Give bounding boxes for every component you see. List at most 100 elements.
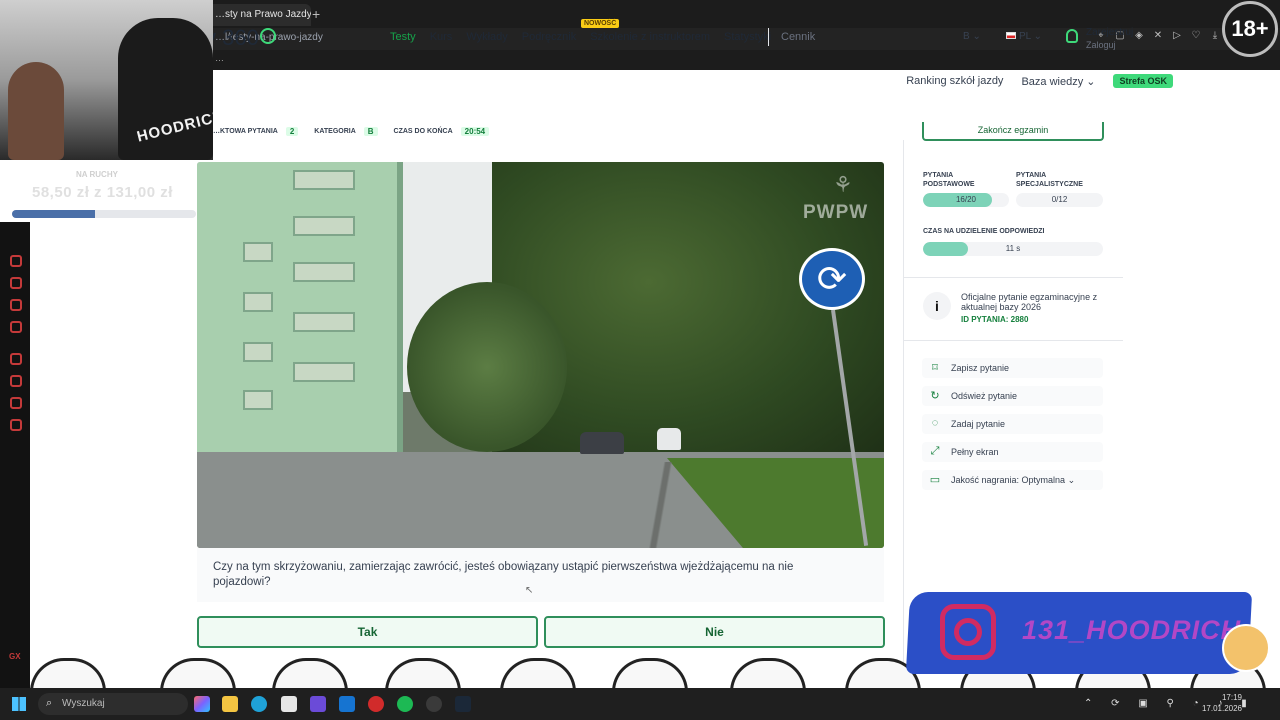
building-balcony	[293, 262, 355, 282]
language-select[interactable]: PL ⌄	[1006, 31, 1042, 42]
video-quality-select[interactable]: ▭ Jakość nagrania: Optymalna ⌄	[922, 470, 1103, 490]
copilot-icon[interactable]	[194, 696, 210, 712]
stream-deco-icon	[272, 658, 348, 692]
donation-progress-bar	[12, 210, 196, 218]
nav-price[interactable]: Cennik	[781, 31, 815, 43]
site-header: Ranking szkół jazdy Baza wiedzy ⌄ Strefa…	[30, 70, 1270, 128]
video-watermark: PWPW	[803, 202, 869, 223]
building-window	[243, 342, 273, 362]
taskbar-clock[interactable]: 17:19 17.01.2026	[1202, 692, 1242, 714]
logo-check-icon	[259, 28, 276, 44]
end-exam-button[interactable]: Zakończ egzamin	[922, 122, 1104, 141]
outlook-icon[interactable]	[339, 696, 355, 712]
nav-lectures[interactable]: Wykłady	[466, 31, 507, 43]
sidebar-speed-icon[interactable]	[10, 255, 22, 267]
video-quality-icon: ▭	[929, 474, 941, 486]
steam-icon[interactable]	[455, 696, 471, 712]
chevron-down-icon: ⌄	[972, 31, 981, 42]
spotify-icon[interactable]	[397, 696, 413, 712]
building-balcony	[293, 362, 355, 382]
nav-course[interactable]: Kurs	[430, 31, 453, 43]
action-label: Zadaj pytanie	[951, 419, 1006, 429]
sidebar-twitch-icon[interactable]	[10, 299, 22, 311]
avatar-sticker	[1222, 624, 1270, 672]
sidebar-clock-icon[interactable]	[10, 375, 22, 387]
sidebar-m-icon[interactable]	[10, 321, 22, 333]
heart-icon[interactable]: ♡	[1191, 30, 1201, 41]
stream-deco-icon	[30, 658, 106, 692]
stream-deco-icon	[160, 658, 236, 692]
question-box: Czy na tym skrzyżowaniu, zamierzając zaw…	[197, 548, 884, 602]
edge-icon[interactable]	[251, 696, 267, 712]
specialist-questions-value: 0/12	[1051, 195, 1068, 204]
sidebar-cube-icon[interactable]	[10, 397, 22, 409]
browser-tab[interactable]: …sty na Prawo Jazdy 202	[205, 4, 311, 26]
play-icon[interactable]: ▷	[1172, 30, 1182, 41]
opera-gx-icon[interactable]	[368, 696, 384, 712]
store-icon[interactable]	[281, 696, 297, 712]
stream-deco-icon	[385, 658, 461, 692]
user-icon	[1066, 29, 1078, 43]
nav-divider	[768, 28, 769, 46]
nav-handbook[interactable]: Podręcznik	[522, 31, 576, 43]
panel-separator	[903, 277, 1123, 278]
nav-stats[interactable]: Statystyki	[724, 31, 771, 43]
ask-question-button[interactable]: ◌ Zadaj pytanie	[922, 414, 1103, 434]
webcam-person	[8, 62, 64, 160]
save-question-button[interactable]: ⌑ Zapisz pytanie	[922, 358, 1103, 378]
stream-deco-icon	[500, 658, 576, 692]
action-label: Jakość nagrania: Optymalna ⌄	[951, 475, 1076, 485]
register-link[interactable]: Zarejestruj	[1086, 27, 1133, 38]
category-select[interactable]: B ⌄	[963, 31, 981, 42]
meta-category-value: B	[363, 126, 378, 136]
nav-tests[interactable]: Testy	[390, 31, 416, 43]
chevron-down-icon: ⌄	[1067, 475, 1076, 485]
basic-questions-value: 16/20	[955, 195, 977, 204]
sidebar-settings-icon[interactable]	[10, 419, 22, 431]
login-link[interactable]: Zaloguj	[1086, 40, 1116, 50]
top-links: Ranking szkół jazdy Baza wiedzy ⌄ Strefa…	[906, 74, 1173, 88]
close-tab-icon[interactable]: ✕	[1153, 30, 1163, 41]
question-video[interactable]: ⟳ ⚘ PWPW	[197, 162, 884, 548]
fullscreen-button[interactable]: ⤢ Pełny ekran	[922, 442, 1103, 462]
sidebar-bag-icon[interactable]	[10, 277, 22, 289]
shield-icon[interactable]: ◈	[1134, 30, 1144, 41]
answer-yes-button[interactable]: Tak	[197, 616, 538, 648]
taskbar-time: 17:19	[1221, 693, 1242, 702]
action-label: Zapisz pytanie	[951, 363, 1010, 373]
webcam-overlay: HOODRICH	[0, 0, 213, 160]
app-icon[interactable]	[310, 696, 326, 712]
nav-training[interactable]: Szkolenie z instruktorem	[590, 31, 710, 43]
taskbar-date: 17.01.2026	[1201, 704, 1242, 713]
refresh-icon: ↻	[930, 390, 940, 402]
windows-start-icon[interactable]	[12, 697, 26, 711]
ranking-link[interactable]: Ranking szkół jazdy	[906, 75, 1003, 87]
answer-time-value: 11 s	[1005, 244, 1021, 253]
knowledge-menu[interactable]: Baza wiedzy ⌄	[1021, 75, 1095, 88]
obs-icon[interactable]	[426, 696, 442, 712]
osk-zone-button[interactable]: Strefa OSK	[1113, 74, 1173, 88]
meta-time-label: CZAS DO KOŃCA	[393, 127, 453, 135]
new-tab-button[interactable]: +	[312, 6, 320, 22]
answer-no-button[interactable]: Nie	[544, 616, 885, 648]
instagram-handle: 131_HOODRICH	[1022, 615, 1242, 645]
building-balcony	[293, 170, 355, 190]
file-explorer-icon[interactable]	[222, 696, 238, 712]
sidebar-player-icon[interactable]	[10, 353, 22, 365]
video-car-dark	[580, 432, 624, 454]
windows-taskbar: ⌕ Wyszukaj ⌃ ⟳ ▣ ⚲ ◔ ♪ ▮ 17:19 17.01.202…	[0, 688, 1280, 720]
building-balcony	[293, 312, 355, 332]
video-building	[197, 162, 397, 452]
donation-progress-fill	[12, 210, 95, 218]
basic-questions-label: PYTANIA PODSTAWOWE	[923, 172, 975, 188]
building-window	[243, 242, 273, 262]
basic-questions-progress: 16/20	[923, 193, 1009, 207]
video-curb	[567, 462, 767, 548]
info-icon: i	[923, 292, 951, 320]
refresh-question-button[interactable]: ↻ Odśwież pytanie	[922, 386, 1103, 406]
mouse-cursor-icon: ↖	[525, 585, 534, 596]
bookmarks-text: …	[215, 53, 224, 63]
taskbar-search-placeholder: Wyszukaj	[62, 698, 105, 709]
taskbar-search[interactable]: ⌕ Wyszukaj	[38, 693, 188, 715]
download-icon[interactable]: ⤓	[1210, 30, 1220, 41]
